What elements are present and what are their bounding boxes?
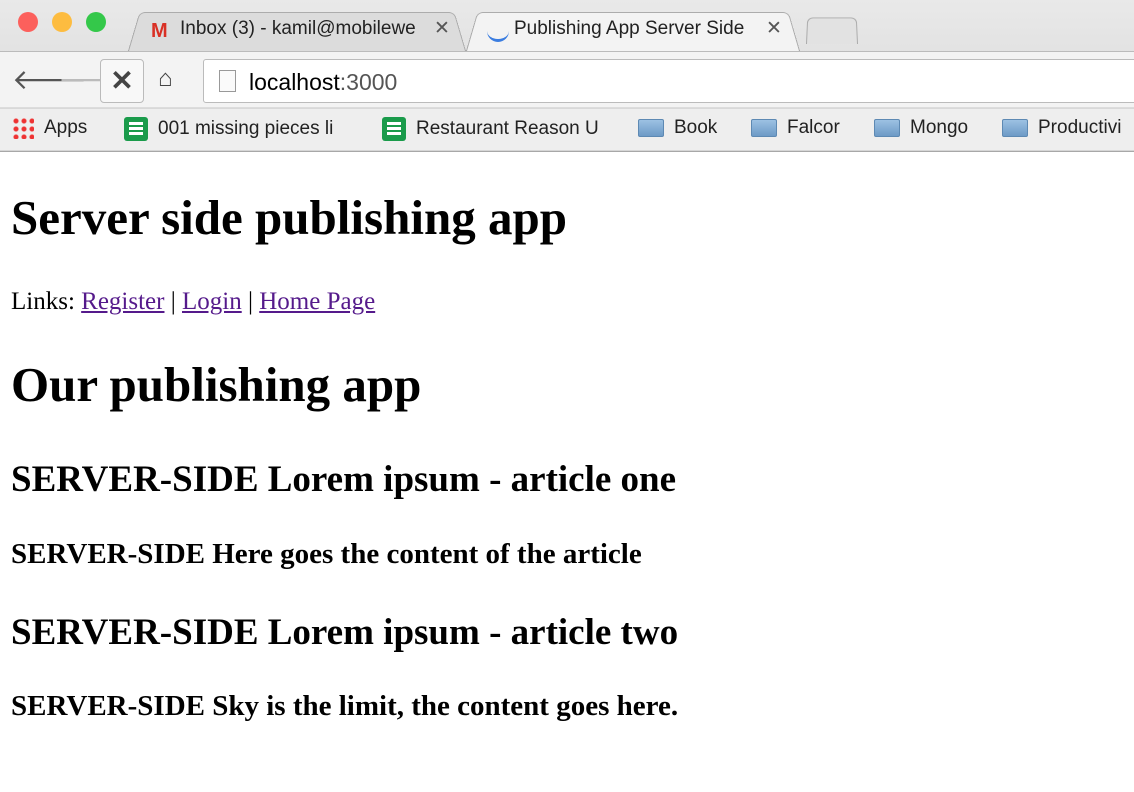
login-link[interactable]: Login <box>182 288 242 315</box>
bookmark-book[interactable]: Book <box>638 117 717 139</box>
section-heading: Our publishing app <box>11 357 422 412</box>
bookmark-label: 001 missing pieces li <box>158 118 334 139</box>
toolbar: 🡐 🡒 ✕ ⌂ localhost:3000 <box>0 51 1134 107</box>
bookmark-label: Falcor <box>787 117 840 138</box>
address-bar[interactable]: localhost:3000 <box>203 59 1134 103</box>
register-link[interactable]: Register <box>81 288 164 315</box>
home-icon[interactable]: ⌂ <box>158 65 173 93</box>
gmail-icon: M <box>151 20 168 42</box>
separator: | <box>247 288 253 315</box>
home-page-link[interactable]: Home Page <box>259 288 375 315</box>
apps-grid-icon <box>12 117 34 139</box>
page-icon <box>219 70 236 92</box>
bookmark-label: Productivi <box>1038 117 1122 138</box>
url-host: localhost <box>249 69 340 95</box>
bookmark-label: Restaurant Reason U <box>416 118 599 139</box>
browser-chrome: M Inbox (3) - kamil@mobilewe ✕ Publishin… <box>0 0 1134 152</box>
zoom-window-button[interactable] <box>86 12 106 32</box>
tab-title: Inbox (3) - kamil@mobilewe <box>180 18 416 39</box>
article-content: SERVER-SIDE Sky is the limit, the conten… <box>11 690 679 722</box>
folder-icon <box>874 119 900 137</box>
close-window-button[interactable] <box>18 12 38 32</box>
tab-title: Publishing App Server Side <box>514 18 745 39</box>
article-title: SERVER-SIDE Lorem ipsum - article one <box>11 459 677 500</box>
bookmark-missing-pieces[interactable]: 001 missing pieces li <box>124 117 354 141</box>
folder-icon <box>638 119 664 137</box>
bookmarks-bar: Apps 001 missing pieces li Restaurant Re… <box>0 108 1134 150</box>
bookmark-restaurant[interactable]: Restaurant Reason U <box>382 117 616 141</box>
article-content: SERVER-SIDE Here goes the content of the… <box>11 538 642 570</box>
bookmark-label: Mongo <box>910 117 969 138</box>
new-tab-button[interactable] <box>806 17 858 44</box>
minimize-window-button[interactable] <box>52 12 72 32</box>
links-label: Links: <box>11 288 75 315</box>
bookmark-falcor[interactable]: Falcor <box>751 117 840 139</box>
bookmark-mongo[interactable]: Mongo <box>874 117 968 139</box>
folder-icon <box>751 119 777 137</box>
tab-close-icon[interactable]: ✕ <box>434 17 450 40</box>
bookmark-label: Apps <box>44 117 88 138</box>
tab-close-icon[interactable]: ✕ <box>766 17 782 40</box>
page-title: Server side publishing app <box>11 190 567 245</box>
article-title: SERVER-SIDE Lorem ipsum - article two <box>11 612 679 653</box>
bookmark-apps[interactable]: Apps <box>12 117 87 139</box>
bookmark-productivity[interactable]: Productivi <box>1002 117 1121 139</box>
bookmark-label: Book <box>674 117 718 138</box>
stop-loading-button[interactable]: ✕ <box>100 59 144 103</box>
separator: | <box>170 288 176 315</box>
sheets-icon <box>124 117 148 141</box>
folder-icon <box>1002 119 1028 137</box>
sheets-icon <box>382 117 406 141</box>
url-port: :3000 <box>339 69 398 95</box>
links-nav: Links: Register | Login | Home Page <box>11 288 375 316</box>
